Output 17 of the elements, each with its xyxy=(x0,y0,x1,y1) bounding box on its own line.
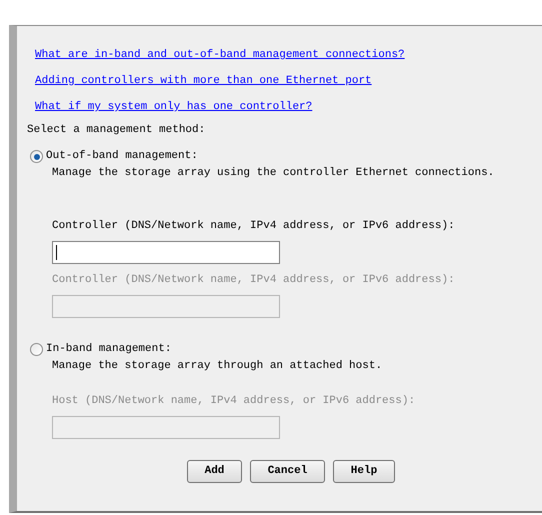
field-label: Controller (DNS/Network name, IPv4 address, or IPv6 address): xyxy=(52,219,455,234)
help-link[interactable]: What are in-band and out-of-band management connections? xyxy=(35,48,405,63)
radio-button[interactable] xyxy=(30,150,43,163)
help-link[interactable]: What if my system only has one controller? xyxy=(35,100,312,115)
option-description: Manage the storage array through an attached host. xyxy=(51,359,384,374)
option-label: In-band management: xyxy=(46,342,172,357)
prompt-label: Select a management method: xyxy=(27,123,206,138)
dialog-button[interactable]: Cancel xyxy=(250,460,325,483)
field-label: Host (DNS/Network name, IPv4 address, or IPv6 address): xyxy=(52,394,416,409)
dialog-button[interactable]: Help xyxy=(333,460,395,483)
option-description: Manage the storage array using the controller Ethernet connections. xyxy=(51,166,496,181)
help-link[interactable]: Adding controllers with more than one Ethernet port xyxy=(35,74,372,89)
dialog-button[interactable]: Add xyxy=(187,460,242,483)
field-label: Controller (DNS/Network name, IPv4 address, or IPv6 address): xyxy=(52,273,455,288)
address-field[interactable] xyxy=(52,241,280,264)
radio-button[interactable] xyxy=(30,343,43,356)
option-label: Out-of-band management: xyxy=(46,149,198,164)
